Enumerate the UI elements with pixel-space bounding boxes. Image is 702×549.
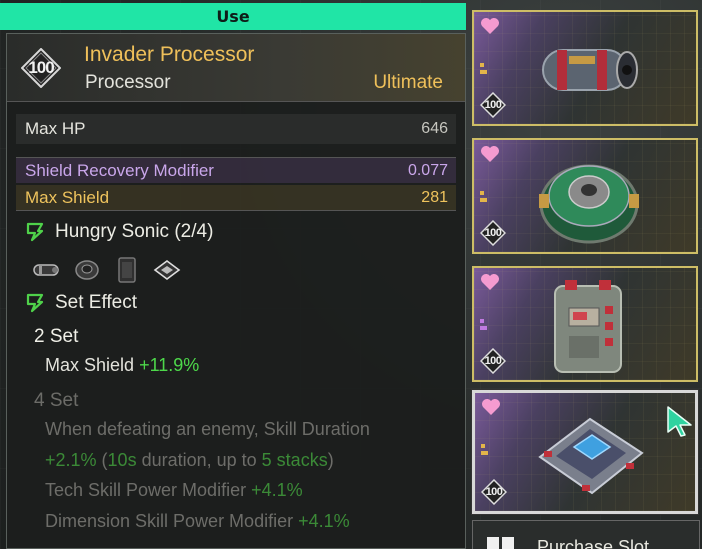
- sub-stat-row: Shield Recovery Modifier 0.077: [16, 157, 456, 183]
- set4-line: +2.1% (10s duration, up to 5 stacks): [45, 450, 334, 471]
- slot-level-badge: 100: [479, 219, 507, 247]
- sub-stat-row: Max Shield 281: [16, 185, 456, 211]
- set2-bonus: +11.9%: [139, 355, 200, 375]
- purchase-slot-button[interactable]: Purchase Slot: [472, 520, 700, 549]
- sub-stat-label: Max Shield: [25, 187, 110, 207]
- set4-text: (: [96, 450, 108, 470]
- set4-line: Tech Skill Power Modifier +4.1%: [45, 480, 303, 501]
- sub-stat-value: 0.077: [407, 161, 448, 179]
- set4-stat: Dimension Skill Power Modifier: [45, 511, 294, 531]
- tag-icon: [480, 319, 487, 330]
- item-slot[interactable]: 100: [472, 266, 698, 382]
- block-module-icon: [554, 280, 622, 373]
- item-name: Invader Processor: [84, 43, 255, 66]
- set4-stacks: 5 stacks: [261, 450, 328, 470]
- slot-level-value: 100: [484, 227, 502, 239]
- set2-effect: Max Shield +11.9%: [45, 355, 199, 376]
- item-slot[interactable]: 100: [472, 10, 698, 126]
- sub-stat-label: Shield Recovery Modifier: [25, 160, 214, 180]
- set4-bonus: +4.1%: [298, 511, 350, 531]
- slot-level-badge: 100: [479, 91, 507, 119]
- slot-grid-icon: [487, 537, 515, 549]
- item-slot[interactable]: 100: [472, 138, 698, 254]
- chip-board-icon: [538, 417, 644, 495]
- slot-level-value: 100: [484, 355, 502, 367]
- set4-bonus: +4.1%: [251, 480, 303, 500]
- set4-text: ): [327, 450, 334, 470]
- item-type: Processor: [85, 72, 171, 93]
- chip-part-icon: [113, 257, 141, 283]
- purchase-slot-label: Purchase Slot: [537, 537, 650, 549]
- heart-icon[interactable]: [481, 398, 501, 416]
- level-badge: 100: [21, 48, 61, 88]
- set4-heading: 4 Set: [34, 390, 79, 411]
- set-effect-label: Set Effect: [55, 292, 138, 313]
- item-rarity: Ultimate: [373, 72, 443, 93]
- set-title-text: Hungry Sonic (2/4): [55, 221, 214, 242]
- set2-stat: Max Shield: [45, 355, 135, 375]
- heart-icon[interactable]: [480, 273, 500, 291]
- base-stat-value: 646: [421, 120, 448, 137]
- set4-line: Dimension Skill Power Modifier +4.1%: [45, 511, 350, 532]
- item-tooltip: 100 Invader Processor Processor Ultimate…: [6, 33, 466, 549]
- set-parts: [33, 257, 181, 283]
- set4-line: When defeating an enemy, Skill Duration: [45, 419, 370, 439]
- item-slot-selected[interactable]: 100: [471, 389, 699, 515]
- tag-icon: [481, 444, 488, 455]
- slot-level-badge: 100: [480, 478, 508, 506]
- board-part-icon: [153, 258, 181, 282]
- level-value: 100: [28, 58, 54, 77]
- set4-stat: Tech Skill Power Modifier: [45, 480, 247, 500]
- heart-icon[interactable]: [480, 17, 500, 35]
- set4-text: duration, up to: [136, 450, 262, 470]
- set-effect-title: Set Effect: [25, 292, 137, 314]
- core-part-icon: [33, 258, 61, 282]
- cursor-arrow-icon: [667, 406, 692, 437]
- capsule-core-icon: [542, 49, 638, 91]
- base-stat-row: Max HP 646: [16, 114, 456, 144]
- tag-icon: [480, 63, 487, 74]
- sub-stat-value: 281: [421, 188, 448, 206]
- heart-icon[interactable]: [480, 145, 500, 163]
- tag-icon: [480, 191, 487, 202]
- set4-duration: 10s: [107, 450, 137, 470]
- set4-bonus: +2.1%: [45, 450, 97, 470]
- base-stat-label: Max HP: [25, 119, 86, 138]
- slot-level-badge: 100: [479, 347, 507, 375]
- slot-level-value: 100: [485, 486, 503, 498]
- tooltip-header: 100 Invader Processor Processor Ultimate: [7, 34, 465, 102]
- set-title: Hungry Sonic (2/4): [25, 221, 213, 243]
- slot-level-value: 100: [484, 99, 502, 111]
- ring-part-icon: [73, 258, 101, 282]
- set-rune-icon: [26, 293, 44, 313]
- round-processor-icon: [539, 164, 639, 244]
- set2-heading: 2 Set: [34, 326, 79, 347]
- use-button[interactable]: Use: [0, 3, 466, 30]
- set-rune-icon: [26, 222, 44, 242]
